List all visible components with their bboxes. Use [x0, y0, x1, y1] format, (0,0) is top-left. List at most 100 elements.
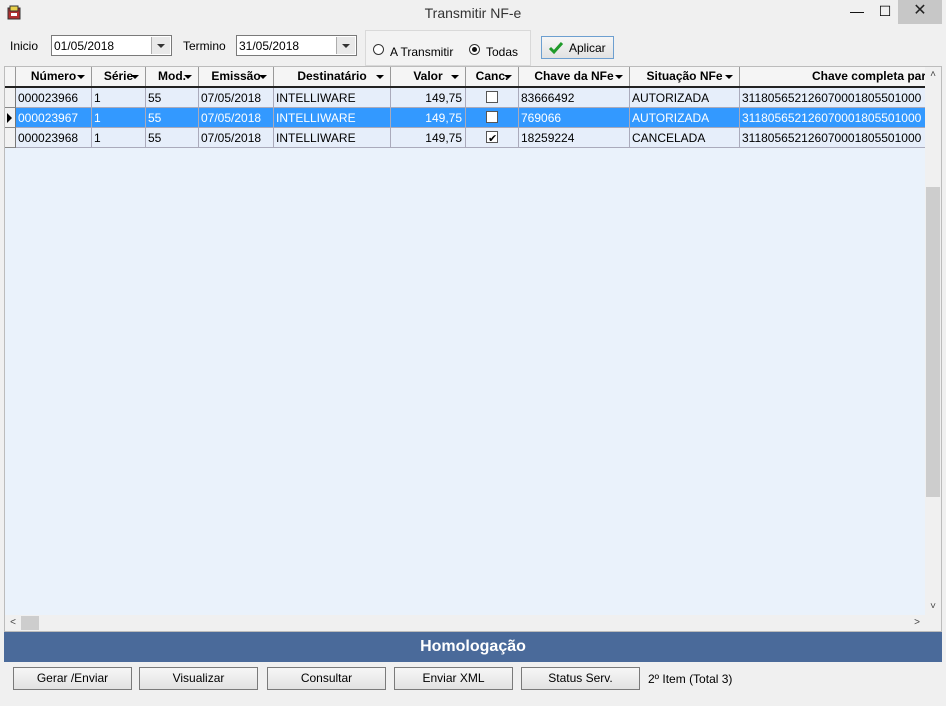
current-row-arrow-icon	[7, 113, 12, 123]
column-header-canc[interactable]: Canc.	[466, 67, 519, 86]
column-header-label: Emissão	[211, 69, 261, 83]
maximize-button[interactable]: ☐	[868, 0, 902, 24]
cell-situacao[interactable]: AUTORIZADA	[630, 88, 740, 108]
radio-todas[interactable]	[469, 44, 480, 55]
cell-valor[interactable]: 149,75	[391, 88, 466, 108]
radio-todas-label[interactable]: Todas	[486, 45, 518, 59]
column-header-situacao[interactable]: Situação NFe	[630, 67, 740, 86]
column-header-chave-completa[interactable]: Chave completa par	[740, 67, 927, 86]
environment-banner: Homologação	[4, 632, 942, 662]
radio-a-transmitir[interactable]	[373, 44, 384, 55]
cell-serie[interactable]: 1	[92, 108, 146, 128]
cell-mod[interactable]: 55	[146, 108, 199, 128]
apply-button[interactable]: Aplicar	[541, 36, 614, 59]
cell-destinatario[interactable]: INTELLIWARE	[274, 108, 391, 128]
cell-chave-completa[interactable]: 311805652126070001805501000	[740, 128, 927, 148]
column-header-label: Chave da NFe	[534, 69, 614, 83]
termino-dropdown-button[interactable]	[336, 37, 355, 54]
cell-numero[interactable]: 000023967	[16, 108, 92, 128]
row-indicator[interactable]	[5, 108, 16, 128]
termino-date-field[interactable]: 31/05/2018	[236, 35, 357, 56]
table-row[interactable]: 000023967 1 55 07/05/2018 INTELLIWARE 149,75 7…	[5, 108, 927, 128]
column-header-label: Mod.	[158, 69, 186, 83]
sort-arrow-icon[interactable]	[376, 75, 384, 79]
row-indicator[interactable]	[5, 128, 16, 148]
column-header-label: Número	[30, 69, 77, 83]
sort-arrow-icon[interactable]	[131, 75, 139, 79]
cell-serie[interactable]: 1	[92, 88, 146, 108]
apply-button-label: Aplicar	[569, 41, 606, 55]
scroll-right-icon[interactable]: ˃	[909, 615, 925, 631]
row-indicator[interactable]	[5, 88, 16, 108]
column-header-chave[interactable]: Chave da NFe	[519, 67, 630, 86]
inicio-date-field[interactable]: 01/05/2018	[51, 35, 172, 56]
vertical-scrollbar[interactable]: ˄ ˅	[925, 67, 941, 615]
column-header-label: Chave completa par	[811, 69, 926, 83]
cell-situacao[interactable]: CANCELADA	[630, 128, 740, 148]
scroll-up-icon[interactable]: ˄	[925, 67, 941, 83]
horizontal-scrollbar[interactable]: ˂ ˃	[5, 615, 941, 631]
column-header-label: Valor	[413, 69, 443, 83]
column-header-emissao[interactable]: Emissão	[199, 67, 274, 86]
radio-a-transmitir-label[interactable]: A Transmitir	[390, 45, 453, 59]
column-header-numero[interactable]: Número	[16, 67, 92, 86]
inicio-dropdown-button[interactable]	[151, 37, 170, 54]
status-serv-button[interactable]: Status Serv.	[521, 667, 640, 690]
cell-destinatario[interactable]: INTELLIWARE	[274, 128, 391, 148]
nfe-grid[interactable]: Número Série Mod. Emissão Destinatário Valor C…	[4, 66, 942, 632]
cell-serie[interactable]: 1	[92, 128, 146, 148]
cell-numero[interactable]: 000023966	[16, 88, 92, 108]
cell-chave[interactable]: 83666492	[519, 88, 630, 108]
cell-valor[interactable]: 149,75	[391, 108, 466, 128]
enviar-xml-button[interactable]: Enviar XML	[394, 667, 513, 690]
vertical-scroll-thumb[interactable]	[926, 187, 940, 497]
sort-arrow-icon[interactable]	[77, 75, 85, 79]
column-header-destinatario[interactable]: Destinatário	[274, 67, 391, 86]
cell-emissao[interactable]: 07/05/2018	[199, 128, 274, 148]
cell-situacao[interactable]: AUTORIZADA	[630, 108, 740, 128]
cell-chave[interactable]: 18259224	[519, 128, 630, 148]
visualizar-button[interactable]: Visualizar	[139, 667, 258, 690]
cancel-checkbox[interactable]	[486, 129, 498, 147]
cell-emissao[interactable]: 07/05/2018	[199, 88, 274, 108]
title-bar: Transmitir NF-e — ☐ ✕	[0, 0, 946, 26]
column-header-serie[interactable]: Série	[92, 67, 146, 86]
cell-mod[interactable]: 55	[146, 88, 199, 108]
table-row[interactable]: 000023966 1 55 07/05/2018 INTELLIWARE 149,75 8…	[5, 88, 927, 108]
cell-canc[interactable]	[466, 108, 519, 128]
table-row[interactable]: 00002396815507/05/2018INTELLIWARE149,75 1…	[5, 128, 927, 148]
sort-arrow-icon[interactable]	[615, 75, 623, 79]
sort-arrow-icon[interactable]	[259, 75, 267, 79]
cell-canc[interactable]	[466, 128, 519, 148]
close-button[interactable]: ✕	[898, 0, 942, 24]
inicio-label: Inicio	[10, 39, 39, 53]
scroll-down-icon[interactable]: ˅	[925, 599, 941, 615]
sort-arrow-icon[interactable]	[451, 75, 459, 79]
termino-date-value: 31/05/2018	[239, 39, 300, 53]
action-bar: Gerar /Enviar Visualizar Consultar Envia…	[4, 662, 942, 702]
cell-numero[interactable]: 000023968	[16, 128, 92, 148]
cell-emissao[interactable]: 07/05/2018	[199, 108, 274, 128]
cell-chave-completa[interactable]: 311805652126070001805501000	[740, 108, 927, 128]
cell-chave-completa[interactable]: 311805652126070001805501000	[740, 88, 927, 108]
sort-arrow-icon[interactable]	[504, 75, 512, 79]
inicio-date-value: 01/05/2018	[54, 39, 115, 53]
cancel-checkbox[interactable]	[486, 111, 498, 123]
cancel-checkbox[interactable]	[486, 91, 498, 103]
gerar-enviar-button[interactable]: Gerar /Enviar	[13, 667, 132, 690]
column-header-label: Destinatário	[297, 69, 367, 83]
grid-header: Número Série Mod. Emissão Destinatário Valor C…	[5, 67, 927, 88]
horizontal-scroll-thumb[interactable]	[21, 616, 39, 630]
cell-valor[interactable]: 149,75	[391, 128, 466, 148]
consultar-button[interactable]: Consultar	[267, 667, 386, 690]
cell-canc[interactable]	[466, 88, 519, 108]
column-header-label: Série	[103, 69, 134, 83]
cell-mod[interactable]: 55	[146, 128, 199, 148]
cell-destinatario[interactable]: INTELLIWARE	[274, 88, 391, 108]
column-header-valor[interactable]: Valor	[391, 67, 466, 86]
sort-arrow-icon[interactable]	[725, 75, 733, 79]
sort-arrow-icon[interactable]	[184, 75, 192, 79]
column-header-mod[interactable]: Mod.	[146, 67, 199, 86]
scroll-left-icon[interactable]: ˂	[5, 615, 21, 631]
cell-chave[interactable]: 769066	[519, 108, 630, 128]
